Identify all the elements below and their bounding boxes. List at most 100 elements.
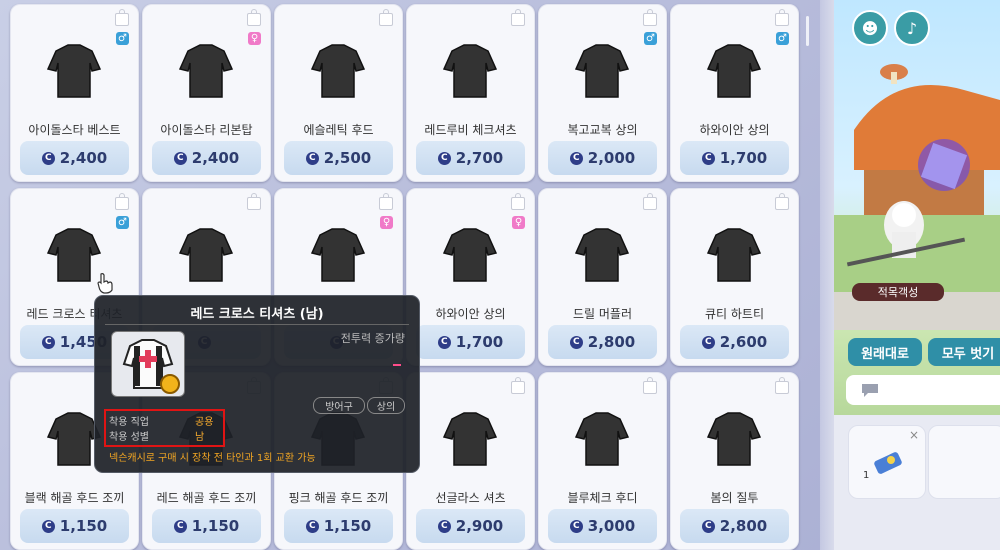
price-value: 2,900 — [455, 517, 504, 535]
price-button[interactable]: C 2,500 — [284, 141, 393, 175]
cart-bag-icon[interactable] — [775, 9, 789, 26]
item-card[interactable]: ♂ 복고교복 상의 C 2,000 — [538, 4, 667, 182]
undress-all-button[interactable]: 모두 벗기 — [928, 338, 1000, 366]
cart-bag-icon[interactable] — [247, 193, 261, 210]
price-value: 1,150 — [59, 517, 108, 535]
equipped-slot[interactable]: × 1 — [848, 425, 926, 499]
cash-coin-icon: C — [437, 335, 451, 349]
cart-bag-icon[interactable] — [775, 193, 789, 210]
price-button[interactable]: C 2,400 — [20, 141, 129, 175]
cart-bag-icon[interactable] — [511, 193, 525, 210]
cart-bag-icon[interactable] — [775, 377, 789, 394]
item-card[interactable]: 드릴 머플러 C 2,800 — [538, 188, 667, 366]
item-card[interactable]: 큐티 하트티 C 2,600 — [670, 188, 799, 366]
cart-bag-icon[interactable] — [511, 377, 525, 394]
item-name: 블랙 해골 후드 조끼 — [24, 491, 125, 505]
cart-bag-icon[interactable] — [643, 377, 657, 394]
cash-coin-icon: C — [569, 151, 583, 165]
chat-bubble-input[interactable] — [846, 375, 1000, 405]
item-card[interactable]: ♀ 아이돌스타 리본탑 C 2,400 — [142, 4, 271, 182]
item-name: 큐티 하트티 — [704, 307, 764, 321]
hoodie-icon — [306, 39, 370, 103]
male-icon: ♂ — [116, 32, 129, 45]
item-card[interactable]: 선글라스 셔츠 C 2,900 — [406, 372, 535, 550]
cart-bag-icon[interactable] — [643, 9, 657, 26]
price-button[interactable]: C 2,900 — [416, 509, 525, 543]
price-value: 2,000 — [587, 149, 636, 167]
item-name: 봄의 질투 — [710, 491, 759, 505]
cash-coin-icon: C — [569, 519, 583, 533]
item-card[interactable]: 봄의 질투 C 2,800 — [670, 372, 799, 550]
vest-icon — [42, 39, 106, 103]
item-card[interactable]: ♂ 아이돌스타 베스트 C 2,400 — [10, 4, 139, 182]
item-name: 하와이안 상의 — [435, 307, 506, 321]
muffler-icon — [570, 223, 634, 287]
price-button[interactable]: C 2,000 — [548, 141, 657, 175]
price-button[interactable]: C 3,000 — [548, 509, 657, 543]
character-preview-panel: ☻ ♪ 적목객성 원래대로 모두 벗기 × 1 — [834, 0, 1000, 550]
blue-hoodie-icon — [570, 407, 634, 471]
cart-bag-icon[interactable] — [643, 193, 657, 210]
gender-label: 착용 성별 — [109, 432, 149, 443]
cash-coin-icon: C — [305, 519, 319, 533]
price-button[interactable]: C 1,150 — [20, 509, 129, 543]
character-scene: ☻ ♪ 적목객성 원래대로 모두 벗기 — [834, 0, 1000, 415]
cash-coin-icon: C — [173, 151, 187, 165]
item-card[interactable]: 에슬레틱 후드 C 2,500 — [274, 4, 403, 182]
reset-button[interactable]: 원래대로 — [848, 338, 922, 366]
lei-icon — [702, 39, 766, 103]
item-card[interactable]: ♀ 하와이안 상의 C 1,700 — [406, 188, 535, 366]
female-icon: ♀ — [380, 216, 393, 229]
item-name: 복고교복 상의 — [567, 123, 638, 137]
close-icon[interactable]: × — [909, 428, 919, 442]
item-name: 아이돌스타 베스트 — [28, 123, 121, 137]
male-icon: ♂ — [116, 216, 129, 229]
price-value: 2,800 — [719, 517, 768, 535]
cart-bag-icon[interactable] — [247, 9, 261, 26]
price-button[interactable]: C 1,700 — [416, 325, 525, 359]
lei-icon — [438, 223, 502, 287]
item-card[interactable]: 블루체크 후디 C 3,000 — [538, 372, 667, 550]
scenery-illustration — [834, 64, 1000, 330]
price-value: 2,400 — [191, 149, 240, 167]
price-value: 2,700 — [455, 149, 504, 167]
cash-coin-icon: C — [701, 151, 715, 165]
cart-bag-icon[interactable] — [379, 193, 393, 210]
price-button[interactable]: C 1,150 — [284, 509, 393, 543]
price-value: 1,700 — [455, 333, 504, 351]
cart-bag-icon[interactable] — [115, 9, 129, 26]
cash-coin-icon: C — [173, 519, 187, 533]
hand-cursor-icon — [97, 273, 113, 294]
heart-tee-icon — [702, 223, 766, 287]
tooltip-separator — [105, 324, 409, 325]
item-card[interactable]: ♂ 하와이안 상의 C 1,700 — [670, 4, 799, 182]
ribbon-top-icon — [174, 39, 238, 103]
price-button[interactable]: C 2,700 — [416, 141, 525, 175]
price-button[interactable]: C 2,400 — [152, 141, 261, 175]
price-button[interactable]: C 2,600 — [680, 325, 789, 359]
item-name: 아이돌스타 리본탑 — [160, 123, 253, 137]
price-button[interactable]: C 1,150 — [152, 509, 261, 543]
undress-all-button-label: 모두 벗기 — [941, 346, 995, 362]
price-value: 2,600 — [719, 333, 768, 351]
cross-tshirt-icon — [122, 339, 180, 394]
grid-scrollbar[interactable] — [806, 16, 809, 46]
tooltip-tag-armor-label: 방어구 — [325, 402, 353, 413]
price-button[interactable]: C 1,700 — [680, 141, 789, 175]
item-card[interactable]: 레드루비 체크셔츠 C 2,700 — [406, 4, 535, 182]
title-badge: 적목객성 — [852, 283, 944, 301]
cart-bag-icon[interactable] — [115, 193, 129, 210]
cart-bag-icon[interactable] — [379, 9, 393, 26]
tooltip-item-icon — [111, 331, 185, 397]
item-name: 하와이안 상의 — [699, 123, 770, 137]
price-value: 1,150 — [323, 517, 372, 535]
cart-bag-icon[interactable] — [511, 9, 525, 26]
title-badge-label: 적목객성 — [877, 286, 919, 299]
empty-slot[interactable] — [928, 425, 1000, 499]
tooltip-power-label: 전투력 증가량 — [340, 332, 405, 345]
price-button[interactable]: C 2,800 — [680, 509, 789, 543]
price-button[interactable]: C 2,800 — [548, 325, 657, 359]
female-icon: ♀ — [248, 32, 261, 45]
job-value: 공용 — [195, 417, 214, 428]
tooltip-tag-top-label: 상의 — [376, 402, 396, 413]
